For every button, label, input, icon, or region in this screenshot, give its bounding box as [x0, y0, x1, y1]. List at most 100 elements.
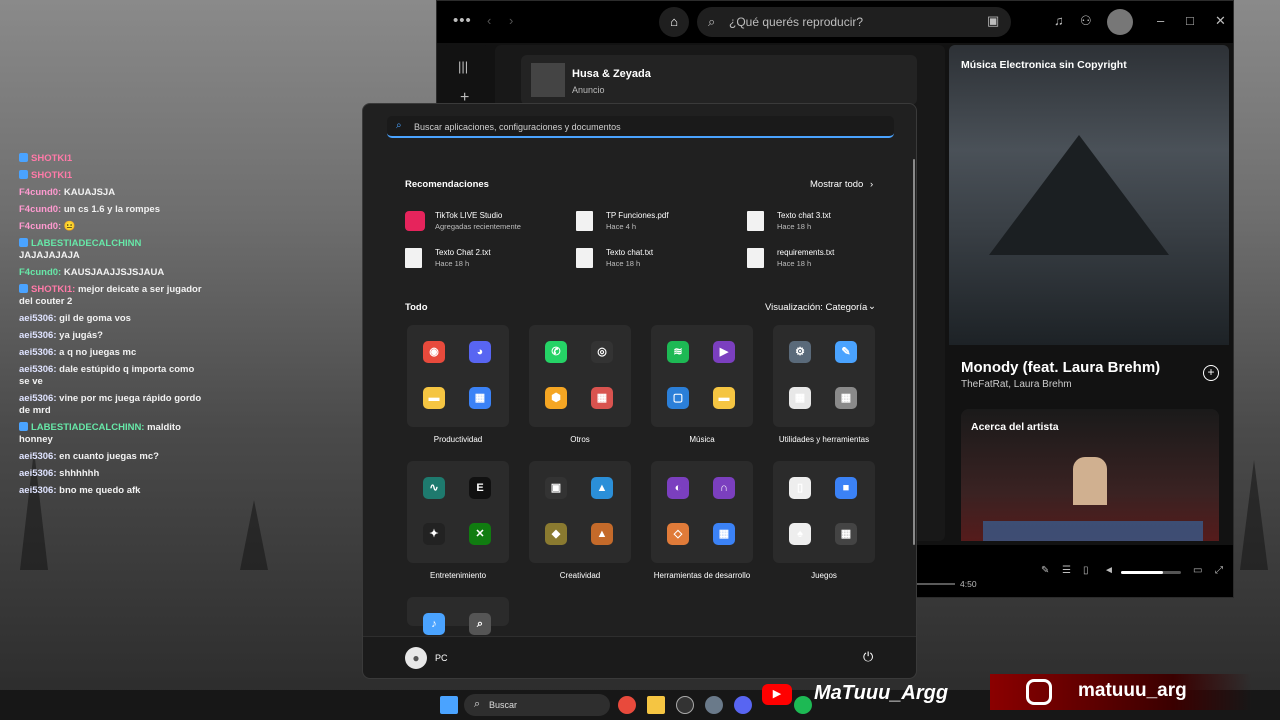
- camera-icon[interactable]: ▣: [545, 477, 567, 499]
- close-icon[interactable]: ✕: [1215, 13, 1226, 29]
- power-icon[interactable]: ⏻: [863, 649, 873, 665]
- vscode-icon[interactable]: ◇: [667, 523, 689, 545]
- bell-icon[interactable]: ♫: [1054, 13, 1064, 28]
- queue-icon[interactable]: ☰: [1062, 565, 1071, 576]
- epic-games-icon[interactable]: E: [469, 477, 491, 499]
- gaming-icon[interactable]: ▦: [835, 523, 857, 545]
- about-artist-card[interactable]: Acerca del artista: [961, 409, 1219, 541]
- chat-username: F4cund0:: [19, 204, 62, 215]
- app-group-label: Herramientas de desarrollo: [653, 571, 751, 580]
- solitaire-icon[interactable]: ♠: [789, 523, 811, 545]
- start-search-input[interactable]: Buscar aplicaciones, configuraciones y d…: [387, 116, 894, 138]
- media-player-icon[interactable]: ▶: [713, 341, 735, 363]
- document-icon[interactable]: ▯: [789, 477, 811, 499]
- app-group[interactable]: ≋ ▶ ▢ ▬: [651, 325, 753, 427]
- paint3d-icon[interactable]: ▲: [591, 523, 613, 545]
- app-group[interactable]: ✆ ◎ ⬢ ▦: [529, 325, 631, 427]
- app-group[interactable]: ▣ ▲ ◆ ▲: [529, 461, 631, 563]
- voice-access-icon[interactable]: ♪: [423, 613, 445, 635]
- track-title[interactable]: Monody (feat. Laura Brehm): [961, 359, 1160, 376]
- settings-icon[interactable]: [705, 696, 723, 714]
- maximize-icon[interactable]: □: [1186, 13, 1194, 28]
- avatar[interactable]: [1107, 9, 1133, 35]
- app-group[interactable]: ⚙ ✎ ▦ ▦: [773, 325, 875, 427]
- recommendation-item[interactable]: TikTok LIVE Studio Agregadas recientement…: [405, 208, 565, 234]
- volume-slider[interactable]: [1121, 571, 1181, 574]
- recommendation-item[interactable]: Texto chat 3.txt Hace 18 h: [747, 208, 907, 234]
- chevron-down-icon[interactable]: ⌄: [868, 301, 876, 312]
- chevron-right-icon[interactable]: ›: [870, 179, 873, 190]
- app-icon[interactable]: ▦: [469, 387, 491, 409]
- apps-icon[interactable]: ▦: [591, 387, 613, 409]
- devtools-icon[interactable]: ▦: [713, 523, 735, 545]
- app-group[interactable]: ▯ ■ ♠ ▦: [773, 461, 875, 563]
- folder-icon[interactable]: [647, 696, 665, 714]
- recommendation-item[interactable]: Texto Chat 2.txt Hace 18 h: [405, 245, 565, 271]
- home-button[interactable]: ⌂: [659, 7, 689, 37]
- clipchamp-icon[interactable]: ◆: [545, 523, 567, 545]
- tools-icon[interactable]: ▦: [835, 387, 857, 409]
- app-group-label: Juegos: [811, 571, 837, 580]
- windows-start-icon[interactable]: [440, 696, 458, 714]
- recommendation-item[interactable]: Texto chat.txt Hace 18 h: [576, 245, 736, 271]
- xbox-icon[interactable]: ✕: [469, 523, 491, 545]
- taskbar-search[interactable]: Buscar: [464, 694, 610, 716]
- back-icon[interactable]: ‹: [487, 13, 491, 28]
- more-icon[interactable]: •••: [453, 12, 472, 29]
- app-group[interactable]: ♪ ⌕: [407, 597, 509, 635]
- start-scrollbar[interactable]: [913, 159, 915, 545]
- miniplayer-icon[interactable]: ▭: [1193, 565, 1202, 576]
- playlist-title[interactable]: Música Electronica sin Copyright: [961, 59, 1127, 71]
- hexagon-icon[interactable]: ⬢: [545, 387, 567, 409]
- wave-icon[interactable]: ∿: [423, 477, 445, 499]
- minimize-icon[interactable]: –: [1157, 13, 1164, 28]
- magnifier-icon[interactable]: ⌕: [469, 613, 491, 635]
- chrome-icon[interactable]: ◉: [423, 341, 445, 363]
- app-group[interactable]: ◉ ◕ ▬ ▦: [407, 325, 509, 427]
- fullscreen-icon[interactable]: ⤢: [1215, 565, 1223, 576]
- roblox-icon[interactable]: ■: [835, 477, 857, 499]
- app-group-label: Utilidades y herramientas: [778, 435, 870, 444]
- obs-icon[interactable]: [676, 696, 694, 714]
- discord-icon[interactable]: [734, 696, 752, 714]
- window-icon[interactable]: ▢: [667, 387, 689, 409]
- settings-icon[interactable]: ⚙: [789, 341, 811, 363]
- browse-icon[interactable]: ▣: [987, 13, 999, 29]
- recommendation-item[interactable]: TP Funciones.pdf Hace 4 h: [576, 208, 736, 234]
- user-avatar-icon[interactable]: ●: [405, 647, 427, 669]
- friends-icon[interactable]: ⚇: [1080, 13, 1092, 29]
- discord-icon[interactable]: ◕: [469, 341, 491, 363]
- view-category-dropdown[interactable]: Visualización: Categoría: [765, 302, 867, 313]
- volume-icon[interactable]: ◄: [1104, 565, 1114, 576]
- folder-icon[interactable]: ▬: [713, 387, 735, 409]
- ad-banner[interactable]: Husa & Zeyada Anuncio: [521, 55, 917, 105]
- recommendation-item[interactable]: requirements.txt Hace 18 h: [747, 245, 907, 271]
- document-icon: [747, 248, 764, 268]
- spotify-search-input[interactable]: ¿Qué querés reproducir?: [697, 7, 1011, 37]
- mic-icon[interactable]: ✎: [1041, 565, 1049, 576]
- user-name[interactable]: PC: [435, 653, 448, 663]
- app-group[interactable]: ◐ ∩ ◇ ▦: [651, 461, 753, 563]
- app-group[interactable]: ∿ E ✦ ✕: [407, 461, 509, 563]
- obs-icon[interactable]: ◎: [591, 341, 613, 363]
- show-all-button[interactable]: Mostrar todo: [810, 179, 863, 190]
- paint-icon[interactable]: ✎: [835, 341, 857, 363]
- forward-icon[interactable]: ›: [509, 13, 513, 28]
- chrome-icon[interactable]: [618, 696, 636, 714]
- spotify-icon[interactable]: ≋: [667, 341, 689, 363]
- library-icon[interactable]: |||: [458, 59, 468, 74]
- arc-icon[interactable]: ∩: [713, 477, 735, 499]
- device-icon[interactable]: ▯: [1083, 565, 1089, 576]
- chat-text: en cuanto juegas mc?: [59, 451, 159, 462]
- bird-icon[interactable]: ✦: [423, 523, 445, 545]
- photos-icon[interactable]: ▲: [591, 477, 613, 499]
- chat-text: ya jugás?: [59, 330, 103, 341]
- add-to-library-icon[interactable]: +: [1203, 365, 1219, 381]
- folder-icon[interactable]: ▬: [423, 387, 445, 409]
- store-icon[interactable]: ▦: [789, 387, 811, 409]
- github-icon[interactable]: ◐: [667, 477, 689, 499]
- progress-bar[interactable]: [917, 583, 955, 585]
- track-artists[interactable]: TheFatRat, Laura Brehm: [961, 379, 1072, 390]
- whatsapp-icon[interactable]: ✆: [545, 341, 567, 363]
- instagram-icon: [1026, 679, 1052, 705]
